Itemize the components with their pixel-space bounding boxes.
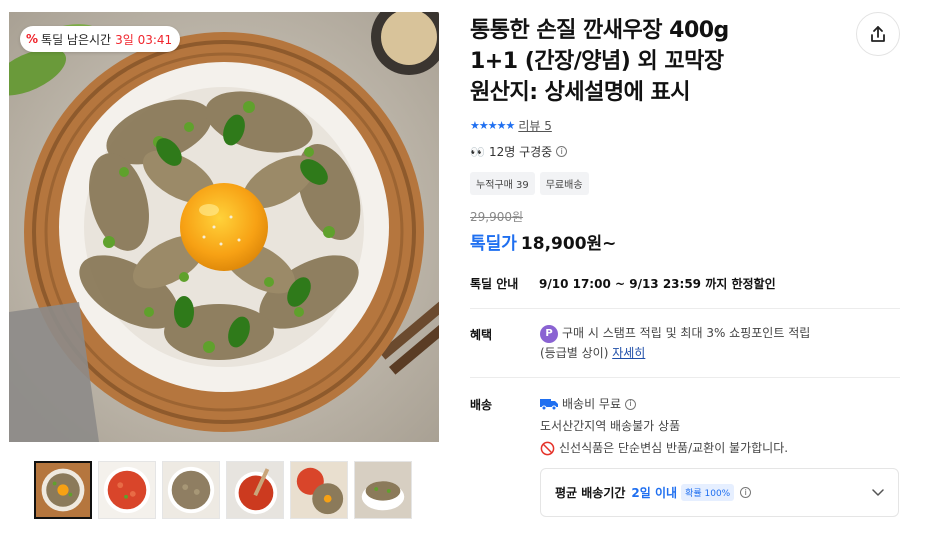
deal-info-label: 톡딜 안내 xyxy=(470,277,519,291)
share-icon xyxy=(871,26,885,42)
deal-countdown-timer: 3일 03:41 xyxy=(115,32,173,47)
product-title-line-2: 1+1 (간장/양념) 외 꼬막장 xyxy=(470,49,724,74)
shipping-notice-line: 신선식품은 단순변심 반품/교환이 불가합니다. xyxy=(540,437,900,459)
thumbnail-6[interactable] xyxy=(354,461,412,519)
discount-percent-icon: % xyxy=(26,32,38,46)
shipping-notice: 신선식품은 단순변심 반품/교환이 불가합니다. xyxy=(559,441,789,455)
benefit-label: 혜택 xyxy=(470,328,493,342)
star-rating: ★★★★★ xyxy=(470,119,515,132)
sale-price: 18,900원~ xyxy=(520,234,617,254)
benefit-section: P 구매 시 스탬프 적립 및 최대 3% 쇼핑포인트 적립 (등급별 상이) 자… xyxy=(540,323,880,363)
shipping-fee-line: 배송비 무료 i xyxy=(540,393,900,415)
rating-row: ★★★★★ 리뷰 5 xyxy=(470,117,552,134)
eyes-icon: 👀 xyxy=(470,144,485,159)
benefit-text: 구매 시 스탬프 적립 및 최대 3% 쇼핑포인트 적립 xyxy=(562,326,811,340)
benefit-grade-note: (등급별 상이) xyxy=(540,346,613,360)
info-icon[interactable]: i xyxy=(740,487,752,498)
product-main-image xyxy=(9,12,439,442)
thumbnail-1[interactable] xyxy=(34,461,92,519)
shipping-region: 도서산간지역 배송불가 상품 xyxy=(540,419,681,433)
thumbnail-3[interactable] xyxy=(162,461,220,519)
benefit-detail-link[interactable]: 자세히 xyxy=(612,346,645,360)
shipping-label: 배송 xyxy=(470,398,493,412)
benefit-subtext: (등급별 상이) 자세히 xyxy=(540,343,880,363)
delivery-probability-badge: 확률 100% xyxy=(681,484,735,501)
thumbnail-5[interactable] xyxy=(290,461,348,519)
deal-countdown-label: 톡딜 남은시간 xyxy=(41,32,112,47)
product-tags: 누적구매 39 무료배송 xyxy=(470,172,589,195)
price-label: 톡딜가 xyxy=(470,234,517,254)
prohibit-icon xyxy=(540,441,555,455)
shipping-region-line: 도서산간지역 배송불가 상품 xyxy=(540,415,900,437)
delivery-period-value: 2일 이내 xyxy=(631,486,678,500)
product-title-line-3: 원산지: 상세설명에 표시 xyxy=(470,80,691,105)
delivery-period-label: 평균 배송기간 xyxy=(555,486,626,500)
delivery-period-box[interactable]: 평균 배송기간 2일 이내 확률 100% i xyxy=(540,468,899,517)
thumbnail-4[interactable] xyxy=(226,461,284,519)
viewers-count: 12명 구경중 xyxy=(488,145,553,159)
chevron-down-icon[interactable] xyxy=(872,488,884,497)
tag-cumulative-purchases: 누적구매 39 xyxy=(470,172,535,195)
product-title-line-1: 통통한 손질 깐새우장 400g xyxy=(470,18,729,43)
original-price: 29,900원 xyxy=(470,210,524,224)
info-icon[interactable]: i xyxy=(556,146,568,157)
deal-info-row: 톡딜 안내 9/10 17:00 ~ 9/13 23:59 까지 한정할인 xyxy=(470,275,776,292)
review-link[interactable]: 리뷰 5 xyxy=(518,117,552,134)
price-row: 톡딜가 18,900원~ xyxy=(470,229,616,254)
deal-countdown-badge: % 톡딜 남은시간 3일 03:41 xyxy=(20,26,181,52)
product-title: 통통한 손질 깐새우장 400g 1+1 (간장/양념) 외 꼬막장 원산지: … xyxy=(470,15,820,108)
info-icon[interactable]: i xyxy=(625,398,637,410)
thumbnail-2[interactable] xyxy=(98,461,156,519)
shipping-fee: 배송비 무료 xyxy=(562,397,622,411)
product-photo xyxy=(9,12,439,442)
share-button[interactable] xyxy=(856,12,900,56)
point-icon: P xyxy=(540,324,558,343)
thumbnail-strip xyxy=(34,461,412,519)
shipping-section: 배송비 무료 i 도서산간지역 배송불가 상품 신선식품은 단순변심 반품/교환… xyxy=(540,393,900,459)
deal-info-value: 9/10 17:00 ~ 9/13 23:59 까지 한정할인 xyxy=(539,277,776,291)
truck-icon xyxy=(540,399,558,410)
tag-free-shipping: 무료배송 xyxy=(539,172,589,195)
viewers-row: 👀 12명 구경중 i xyxy=(470,143,568,160)
divider xyxy=(470,377,900,378)
divider xyxy=(470,308,900,309)
